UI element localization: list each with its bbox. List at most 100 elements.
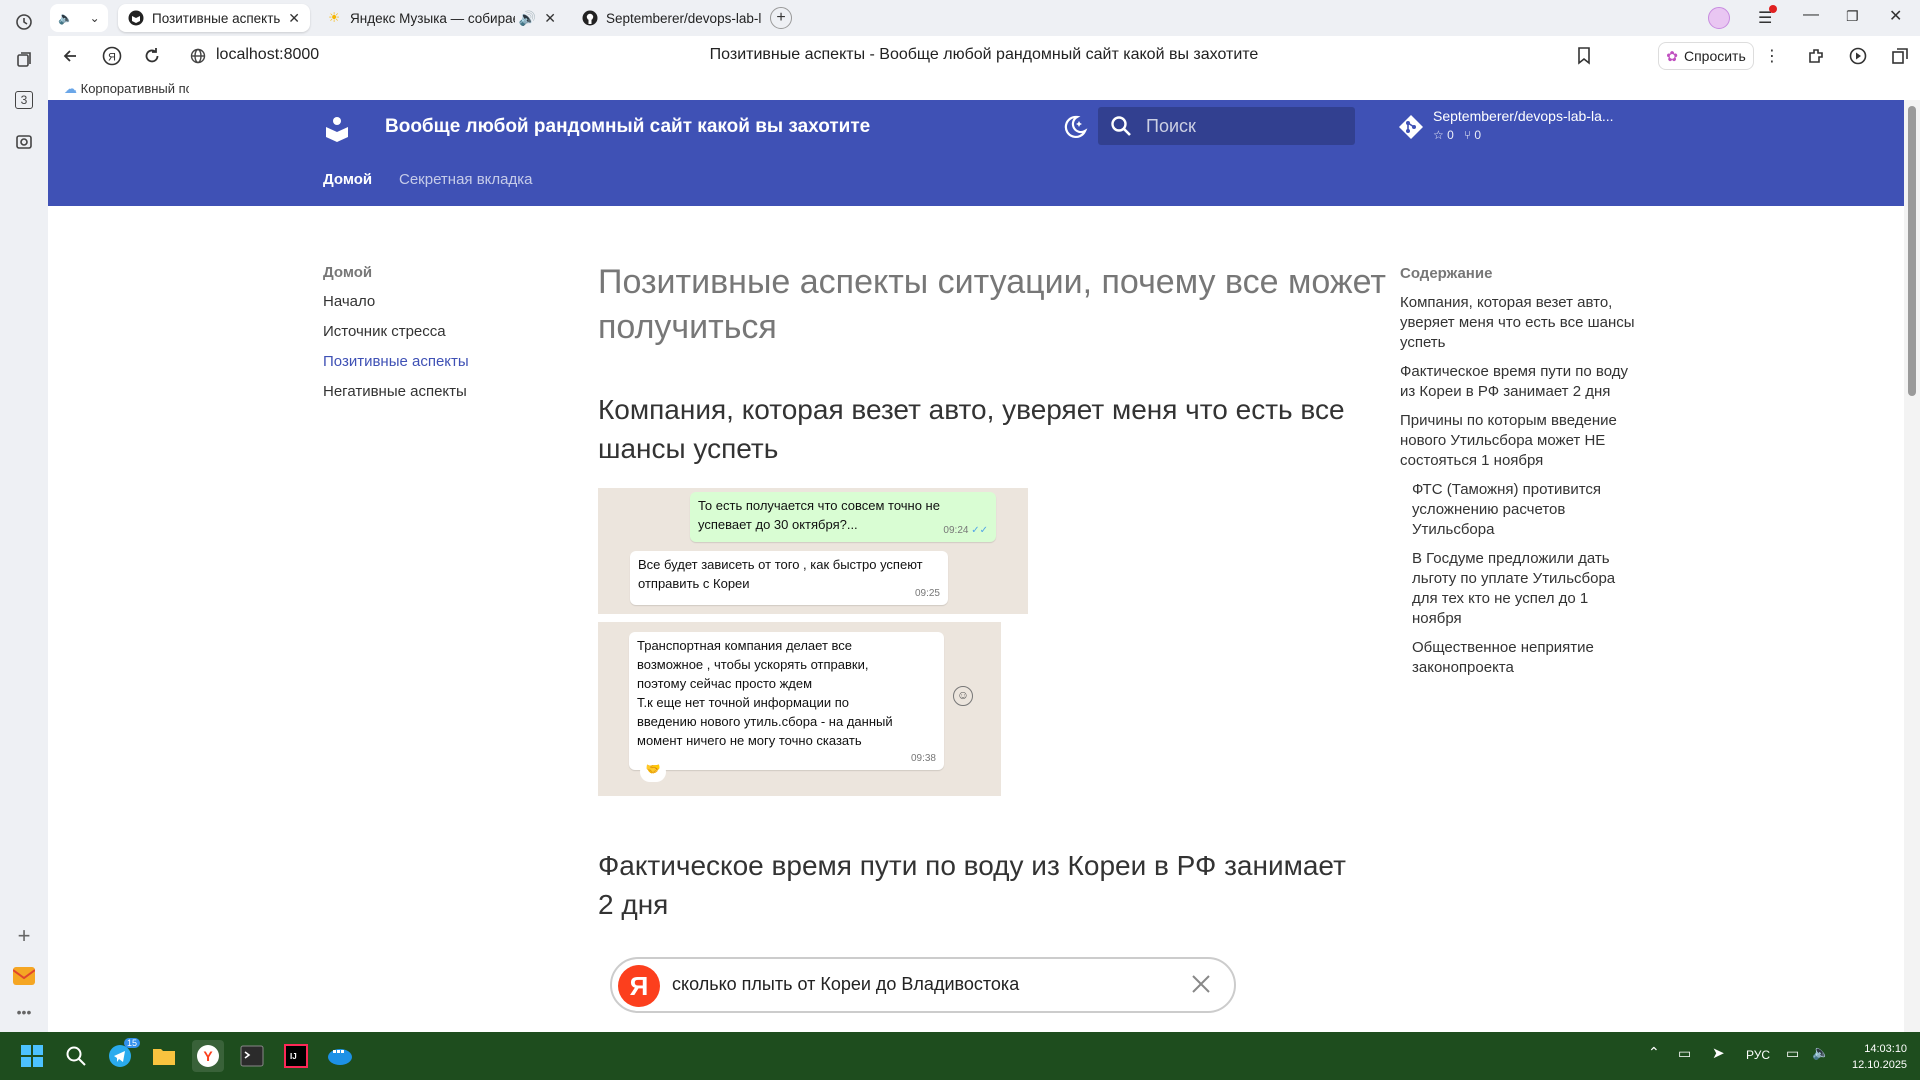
dark-mode-toggle-icon[interactable] — [1060, 113, 1088, 141]
svg-text:Я: Я — [108, 52, 116, 64]
bookmark-corporate-portal[interactable]: ☁ Корпоративный портал — [64, 81, 189, 97]
main-content: Позитивные аспекты ситуации, почему все … — [598, 260, 1388, 924]
file-explorer-icon[interactable] — [148, 1040, 180, 1072]
tray-expand-icon[interactable]: ⌃ — [1648, 1044, 1660, 1061]
site-search-input[interactable]: Поиск — [1098, 107, 1355, 145]
tab-yandex-music[interactable]: ☀ Яндекс Музыка — собираем музыку 🔊 ✕ — [316, 4, 566, 32]
sidebar-item-stress-source[interactable]: Источник стресса — [323, 323, 543, 341]
chat-message-incoming: Транспортная компания делает все возможн… — [629, 632, 944, 770]
network-icon[interactable]: ▭ — [1786, 1045, 1799, 1062]
minimize-window-button[interactable]: — — [1803, 6, 1819, 24]
svg-text:IJ: IJ — [290, 1052, 297, 1061]
chat-screenshot-2: Транспортная компания делает все возможн… — [598, 622, 1001, 796]
chevron-down-icon[interactable]: ⌄ — [90, 11, 100, 25]
clock-date: 12.10.2025 — [1852, 1059, 1908, 1071]
message-line: введению нового утиль.сбора - на данный — [637, 714, 893, 729]
chat-screenshot-1: То есть получается что совсем точно не у… — [598, 488, 1028, 614]
message-line: Транспортная компания делает все — [637, 638, 852, 653]
terminal-icon[interactable] — [236, 1040, 268, 1072]
clock[interactable]: 14:03:10 12.10.2025 — [1852, 1041, 1907, 1073]
bookmark-icon[interactable] — [1572, 44, 1596, 68]
tray-device-icon[interactable]: ▭ — [1678, 1045, 1691, 1062]
toc-subitem[interactable]: ФТС (Таможня) противится усложнению расч… — [1400, 480, 1640, 540]
search-icon[interactable] — [60, 1040, 92, 1072]
site-title[interactable]: Вообще любой рандомный сайт какой вы зах… — [385, 116, 870, 138]
new-tab-button[interactable]: + — [770, 7, 792, 29]
url-field[interactable]: localhost:8000 — [216, 46, 319, 64]
repo-stats: ☆ 0 ⑂ 0 — [1433, 128, 1481, 142]
sidebar-counter-icon[interactable]: 3 — [10, 86, 38, 114]
toc-item[interactable]: Фактическое время пути по воду из Кореи … — [1400, 362, 1640, 402]
cloud-icon: ☁ — [64, 81, 77, 96]
more-icon[interactable]: ••• — [10, 998, 38, 1026]
add-panel-icon[interactable]: + — [10, 922, 38, 950]
scrollbar-thumb[interactable] — [1908, 106, 1916, 396]
address-bar: Я localhost:8000 Позитивные аспекты - Во… — [48, 36, 1920, 76]
sidebar-item-start[interactable]: Начало — [323, 293, 543, 311]
toc-heading: Содержание — [1400, 265, 1493, 282]
restore-window-button[interactable]: ❐ — [1846, 8, 1859, 25]
book-logo-icon[interactable] — [323, 115, 351, 143]
speaker-icon[interactable]: 🔈 — [58, 11, 73, 25]
profile-avatar[interactable] — [1708, 7, 1730, 29]
telegram-icon[interactable]: 15 — [104, 1038, 141, 1072]
toc-item[interactable]: Причины по которым введение нового Утиль… — [1400, 411, 1640, 471]
tray-telegram-icon[interactable]: ➤ — [1712, 1044, 1725, 1062]
screenshot-icon[interactable] — [10, 128, 38, 156]
extensions-icon[interactable] — [1804, 44, 1828, 68]
yandex-browser-icon[interactable]: Y — [192, 1040, 224, 1072]
tab-audio-icon[interactable]: 🔊 — [519, 10, 536, 27]
tab-positive-aspects[interactable]: Позитивные аспекты - Вообще любой рандом… — [118, 4, 310, 32]
history-icon[interactable] — [10, 8, 38, 36]
intellij-icon[interactable]: IJ — [280, 1040, 312, 1072]
site-info-globe-icon[interactable] — [186, 44, 210, 68]
ask-ai-button[interactable]: ✿ Спросить — [1658, 42, 1754, 70]
tab-secret[interactable]: Секретная вкладка — [399, 171, 533, 188]
page-title-display: Позитивные аспекты - Вообще любой рандом… — [709, 46, 1259, 63]
sidebar-item-negative[interactable]: Негативные аспекты — [323, 383, 543, 401]
tab-menu-icon[interactable]: ☰ — [1758, 5, 1777, 28]
toc-subitem[interactable]: В Госдуме предложили дать льготу по упла… — [1400, 549, 1640, 629]
windows-start-icon[interactable] — [16, 1040, 48, 1072]
github-icon — [582, 10, 598, 26]
site-header: Вообще любой рандомный сайт какой вы зах… — [48, 100, 1904, 206]
repo-stars: 0 — [1447, 128, 1454, 142]
sidebar-item-positive[interactable]: Позитивные аспекты — [323, 353, 543, 371]
collections-panel-icon[interactable] — [1888, 44, 1912, 68]
yandex-home-icon[interactable]: Я — [100, 44, 124, 68]
toc-item[interactable]: Компания, которая везет авто, уверяет ме… — [1400, 293, 1640, 353]
bookmark-label: Корпоративный портал — [80, 81, 189, 96]
kebab-menu-icon[interactable]: ⋮ — [1760, 44, 1784, 68]
sidebar-heading[interactable]: Домой — [323, 264, 543, 281]
close-window-button[interactable]: ✕ — [1889, 6, 1902, 26]
reload-icon[interactable] — [140, 44, 164, 68]
back-arrow-icon[interactable] — [58, 44, 82, 68]
tab-github[interactable]: Septemberer/devops-lab-la — [572, 4, 772, 32]
tab-strip: 🔈 ⌄ Позитивные аспекты - Вообще любой ра… — [48, 0, 1920, 36]
toc-subitem[interactable]: Общественное неприятие законопроекта — [1400, 638, 1640, 678]
audio-tabs-control[interactable]: 🔈 ⌄ — [50, 4, 108, 32]
volume-icon[interactable]: 🔈 — [1812, 1044, 1829, 1061]
keyboard-language[interactable]: РУС — [1746, 1048, 1770, 1062]
message-time: 09:38 — [910, 753, 936, 764]
message-time: 09:24 ✓✓ — [943, 525, 988, 536]
yandex-logo-icon: Я — [618, 965, 660, 1007]
media-play-icon[interactable] — [1846, 44, 1870, 68]
smiley-reaction-icon: ☺ — [953, 686, 973, 706]
taskbar: 15 Y IJ ⌃ ▭ ➤ РУС ▭ 🔈 14:03:10 12.10.202… — [0, 1032, 1920, 1080]
docker-icon[interactable] — [324, 1040, 356, 1072]
tab-home[interactable]: Домой — [323, 171, 372, 188]
message-line: момент ничего не могу точно сказать — [637, 733, 862, 748]
page-scrollbar[interactable] — [1904, 100, 1920, 1032]
close-tab-icon[interactable]: ✕ — [288, 10, 300, 27]
message-line: возможное , чтобы ускорять отправки, — [637, 657, 869, 672]
fork-icon: ⑂ — [1463, 128, 1472, 142]
chat-message-outgoing: То есть получается что совсем точно не у… — [690, 492, 996, 542]
mail-icon[interactable] — [10, 962, 38, 990]
git-icon — [1399, 115, 1423, 139]
message-text: Все будет зависеть от того , как быстро … — [638, 557, 923, 591]
collections-icon[interactable] — [10, 46, 38, 74]
close-tab-icon[interactable]: ✕ — [544, 10, 556, 27]
tab-title: Позитивные аспекты - Вообще любой рандом… — [152, 10, 281, 26]
page-heading: Позитивные аспекты ситуации, почему все … — [598, 263, 1386, 346]
